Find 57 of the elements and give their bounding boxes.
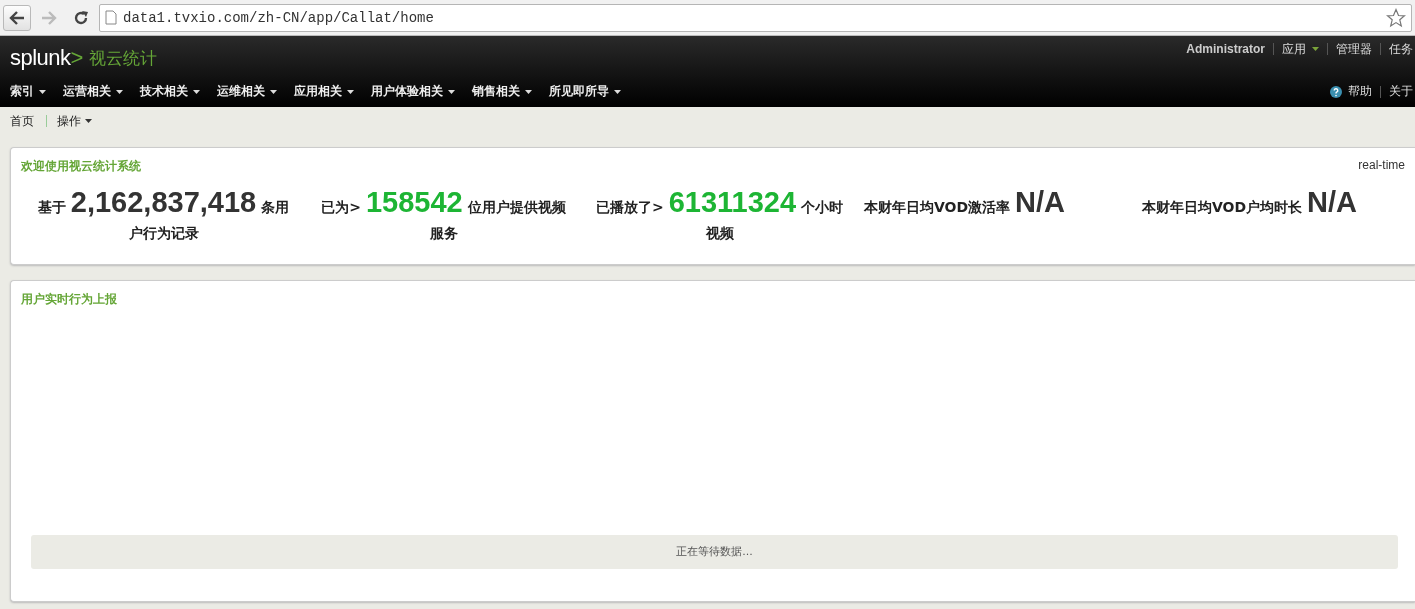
caret-icon <box>448 89 455 94</box>
forward-arrow-icon <box>41 10 57 25</box>
stat-label: 位用户提供视频 <box>467 199 566 215</box>
stat-label: 本财年日均VOD户均时长 <box>1142 199 1303 215</box>
menu-link[interactable]: 应用 <box>1282 40 1306 58</box>
stat-value: 2,162,837,418 <box>70 186 257 218</box>
nav-menu[interactable]: 运营相关 <box>63 83 111 100</box>
caret-icon <box>614 89 621 94</box>
caret-icon <box>525 89 532 94</box>
stat-label: 服务 <box>429 225 458 241</box>
page-icon <box>105 10 117 25</box>
nav-menu[interactable]: 索引 <box>10 83 34 100</box>
url-text: data1.tvxio.com/zh-CN/app/Callat/home <box>123 9 434 26</box>
stat-label: 本财年日均VOD激活率 <box>864 199 1011 215</box>
nav-menu[interactable]: 技术相关 <box>140 83 188 100</box>
stat-label: 户行为记录 <box>128 225 199 241</box>
stat-label: 视频 <box>705 225 734 241</box>
caret-icon <box>270 89 277 94</box>
back-button[interactable] <box>3 4 31 31</box>
header-link[interactable]: 管理器 <box>1336 40 1372 58</box>
actions-menu[interactable]: 操作 <box>57 112 81 130</box>
star-icon[interactable] <box>1386 7 1406 28</box>
nav-menu[interactable]: 应用相关 <box>294 83 342 100</box>
caret-icon <box>193 89 200 94</box>
stat-value: N/A <box>1307 186 1357 218</box>
stat-label: 个小时 <box>800 199 843 215</box>
reload-icon <box>73 9 89 26</box>
panel-title: 欢迎使用视云统计系统 <box>21 158 141 175</box>
panel-title: 用户实时行为上报 <box>21 291 117 308</box>
realtime-label: real-time <box>1358 158 1405 174</box>
user-name[interactable]: Administrator <box>1186 42 1265 56</box>
nav-menu[interactable]: 所见即所导 <box>549 83 609 100</box>
waiting-message: 正在等待数据... <box>31 535 1398 569</box>
stat-label: 已为> <box>321 199 362 215</box>
address-bar[interactable]: data1.tvxio.com/zh-CN/app/Callat/home <box>99 3 1412 32</box>
help-icon[interactable] <box>1330 85 1342 98</box>
nav-menu[interactable]: 用户体验相关 <box>371 83 443 100</box>
nav-menu[interactable]: 销售相关 <box>472 83 520 100</box>
stat-label: 已播放了> <box>596 199 664 215</box>
stat-value: 158542 <box>365 186 463 218</box>
stat-label: 条用 <box>261 199 290 215</box>
logo[interactable]: splunk> <box>10 45 83 71</box>
stat-value: N/A <box>1015 186 1065 218</box>
header-link[interactable]: 任务 <box>1389 40 1413 58</box>
back-arrow-icon <box>9 10 25 25</box>
caret-icon <box>39 89 46 94</box>
stat-value: 61311324 <box>668 186 797 218</box>
header-link[interactable]: 关于 <box>1389 83 1413 100</box>
caret-icon <box>116 89 123 94</box>
home-link[interactable]: 首页 <box>10 112 34 130</box>
caret-icon <box>85 119 92 123</box>
caret-icon <box>1312 47 1319 51</box>
nav-menu[interactable]: 运维相关 <box>217 83 265 100</box>
help-link[interactable]: 帮助 <box>1348 83 1372 100</box>
caret-icon <box>347 89 354 94</box>
stat-label: 基于 <box>37 199 66 215</box>
app-name: 视云统计 <box>88 46 157 70</box>
